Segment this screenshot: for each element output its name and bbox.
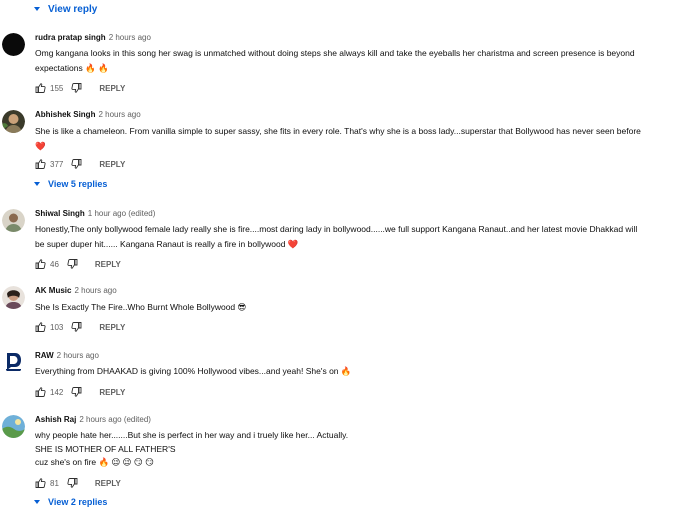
like-count: 142 xyxy=(50,387,64,397)
comment-time[interactable]: 2 hours ago xyxy=(57,351,99,360)
comment-line: Honestly,The only bollywood female lady … xyxy=(35,224,638,234)
comment-line: She is like a chameleon. From vanilla si… xyxy=(35,126,641,136)
caret-down-icon xyxy=(34,500,40,504)
comment-line: Omg kangana looks in this song her swag … xyxy=(35,48,635,58)
reply-button[interactable]: REPLY xyxy=(95,479,121,488)
thumbs-up-icon[interactable] xyxy=(35,259,46,269)
comment-time[interactable]: 2 hours ago (edited) xyxy=(79,415,151,424)
like-count: 81 xyxy=(50,478,59,488)
avatar[interactable] xyxy=(2,209,25,232)
thumbs-down-icon[interactable] xyxy=(71,322,82,332)
comment-header: Ashish Raj 2 hours ago (edited) xyxy=(35,415,151,425)
comment-actions: 81 REPLY xyxy=(35,477,121,489)
view-reply-button[interactable]: View reply xyxy=(34,2,97,16)
reply-button[interactable]: REPLY xyxy=(95,260,121,269)
like-count: 155 xyxy=(50,83,64,93)
thumbs-up-icon[interactable] xyxy=(35,478,46,488)
comment-actions: 46 REPLY xyxy=(35,258,121,270)
avatar[interactable] xyxy=(2,350,25,373)
author-name[interactable]: AK Music xyxy=(35,286,71,295)
comment-time[interactable]: 2 hours ago xyxy=(74,286,116,295)
avatar[interactable] xyxy=(2,415,25,438)
like-count: 103 xyxy=(50,322,64,332)
view-replies-button[interactable]: View 5 replies xyxy=(34,178,107,190)
caret-down-icon xyxy=(34,182,40,186)
reply-button[interactable]: REPLY xyxy=(99,388,125,397)
thumbs-down-icon[interactable] xyxy=(71,159,82,169)
avatar[interactable] xyxy=(2,33,25,56)
comment-line: She Is Exactly The Fire..Who Burnt Whole… xyxy=(35,302,247,312)
avatar[interactable] xyxy=(2,286,25,309)
comment-actions: 103 REPLY xyxy=(35,321,125,333)
view-replies-label: View 2 replies xyxy=(48,497,108,507)
view-replies-button[interactable]: View 2 replies xyxy=(34,496,107,508)
comment-header: Abhishek Singh 2 hours ago xyxy=(35,110,141,120)
comment-line: SHE IS MOTHER OF ALL FATHER'S xyxy=(35,443,176,454)
comment-text: Omg kangana looks in this song her swag … xyxy=(35,46,667,76)
like-count: 377 xyxy=(50,159,64,169)
author-name[interactable]: Shiwal Singh xyxy=(35,209,85,218)
author-name[interactable]: rudra pratap singh xyxy=(35,33,106,42)
avatar[interactable] xyxy=(2,110,25,133)
comment-line: cuz she's on fire 🔥 😉 😉 😏 😏 xyxy=(35,457,154,467)
reply-button[interactable]: REPLY xyxy=(99,160,125,169)
thumbs-up-icon[interactable] xyxy=(35,83,46,93)
like-count: 46 xyxy=(50,259,59,269)
thumbs-up-icon[interactable] xyxy=(35,159,46,169)
thumbs-down-icon[interactable] xyxy=(67,478,78,488)
author-name[interactable]: Ashish Raj xyxy=(35,415,76,424)
comment-line: ❤️ xyxy=(35,141,46,151)
comment-header: AK Music 2 hours ago xyxy=(35,286,117,296)
comment-text: why people hate her.......But she is per… xyxy=(35,429,667,470)
thumbs-down-icon[interactable] xyxy=(71,83,82,93)
comment-line: be super duper hit...... Kangana Ranaut … xyxy=(35,239,299,249)
comment-line: why people hate her.......But she is per… xyxy=(35,430,349,440)
thumbs-down-icon[interactable] xyxy=(71,387,82,397)
comment-actions: 155 REPLY xyxy=(35,82,125,94)
comment-time[interactable]: 2 hours ago xyxy=(109,33,151,42)
thumbs-up-icon[interactable] xyxy=(35,322,46,332)
caret-down-icon xyxy=(34,7,40,11)
comment-header: RAW 2 hours ago xyxy=(35,351,99,361)
comment-actions: 377 REPLY xyxy=(35,158,125,170)
comment-text: Everything from DHAAKAD is giving 100% H… xyxy=(35,364,667,379)
view-replies-label: View 5 replies xyxy=(48,179,108,189)
comment-line: expectations 🔥 🔥 xyxy=(35,63,109,73)
comment-text: She is like a chameleon. From vanilla si… xyxy=(35,124,667,154)
author-name[interactable]: RAW xyxy=(35,351,54,360)
comment-text: Honestly,The only bollywood female lady … xyxy=(35,222,667,252)
comment-actions: 142 REPLY xyxy=(35,386,125,398)
reply-button[interactable]: REPLY xyxy=(99,323,125,332)
comment-time[interactable]: 2 hours ago xyxy=(98,110,140,119)
thumbs-down-icon[interactable] xyxy=(67,259,78,269)
reply-button[interactable]: REPLY xyxy=(99,84,125,93)
comment-line: Everything from DHAAKAD is giving 100% H… xyxy=(35,366,352,376)
comment-header: Shiwal Singh 1 hour ago (edited) xyxy=(35,209,155,219)
comment-time[interactable]: 1 hour ago (edited) xyxy=(88,209,156,218)
view-reply-label: View reply xyxy=(48,3,98,15)
thumbs-up-icon[interactable] xyxy=(35,387,46,397)
comment-text: She Is Exactly The Fire..Who Burnt Whole… xyxy=(35,300,667,315)
comment-header: rudra pratap singh 2 hours ago xyxy=(35,33,151,43)
author-name[interactable]: Abhishek Singh xyxy=(35,110,95,119)
